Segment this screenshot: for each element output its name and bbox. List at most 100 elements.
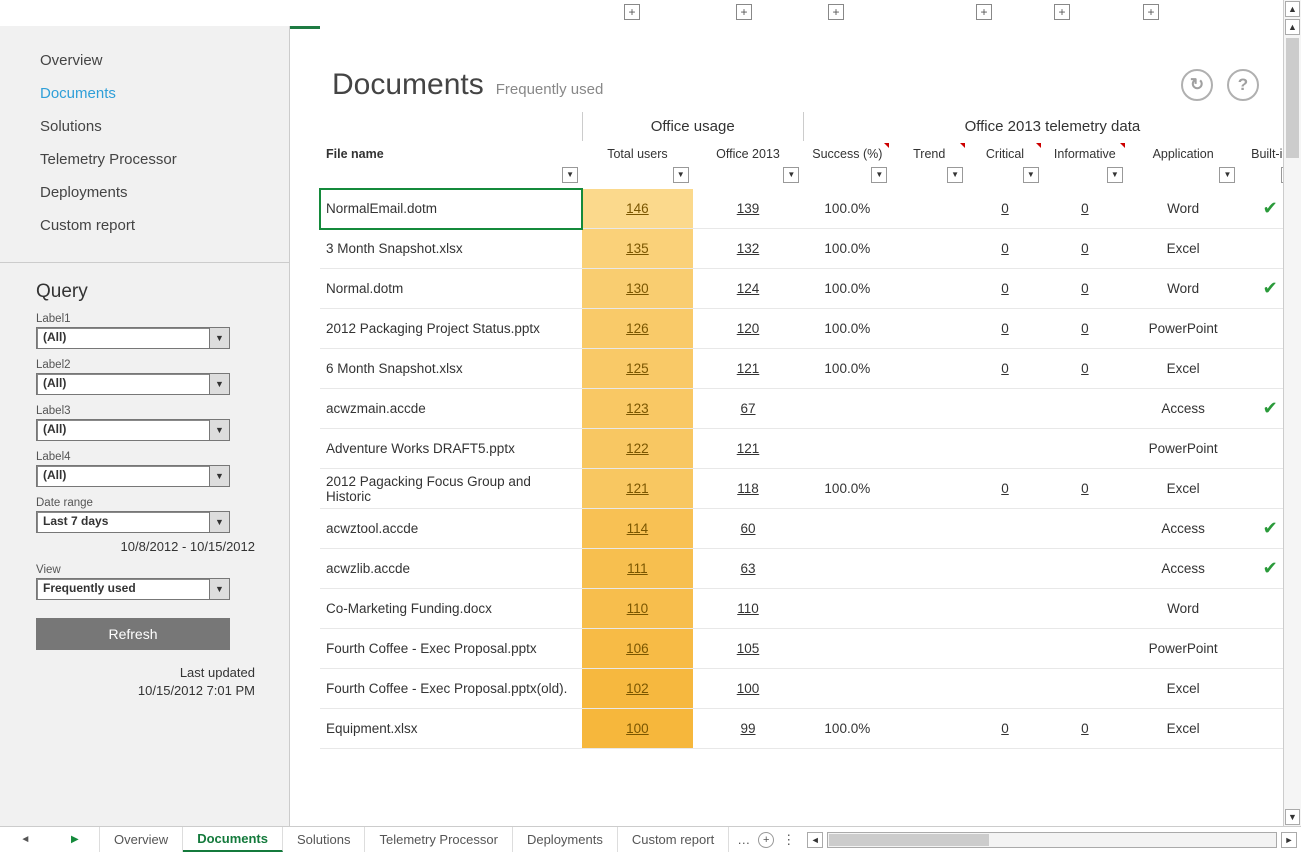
table-row[interactable]: acwzlib.accde11163Access✔ [320, 549, 1301, 589]
table-row[interactable]: Normal.dotm130124100.0%00Word✔ [320, 269, 1301, 309]
table-row[interactable]: 6 Month Snapshot.xlsx125121100.0%00Excel [320, 349, 1301, 389]
nav-item-documents[interactable]: Documents [0, 77, 289, 110]
scroll-thumb[interactable] [829, 834, 989, 846]
nav-item-custom-report[interactable]: Custom report [0, 209, 289, 242]
cell-success: 100.0% [803, 269, 891, 309]
expand-column-icon[interactable]: + [828, 4, 844, 20]
col-office-2013[interactable]: Office 2013 [693, 141, 804, 163]
cell-total-users: 146 [582, 189, 693, 229]
table-row[interactable]: 3 Month Snapshot.xlsx135132100.0%00Excel [320, 229, 1301, 269]
cell-application: Word [1127, 589, 1240, 629]
expand-column-icon[interactable]: + [976, 4, 992, 20]
col-trend[interactable]: Trend [891, 141, 967, 163]
table-row[interactable]: acwzmain.accde12367Access✔ [320, 389, 1301, 429]
chevron-down-icon[interactable]: ▼ [209, 328, 229, 348]
filter-success[interactable]: ▼ [871, 167, 887, 183]
cell-total-users: 114 [582, 509, 693, 549]
table-row[interactable]: 2012 Packaging Project Status.pptx126120… [320, 309, 1301, 349]
filter-total-users[interactable]: ▼ [673, 167, 689, 183]
table-row[interactable]: acwztool.accde11460Access✔ [320, 509, 1301, 549]
refresh-button[interactable]: Refresh [36, 618, 230, 650]
table-row[interactable]: NormalEmail.dotm146139100.0%00Word✔ [320, 189, 1301, 229]
vscroll-track[interactable] [1284, 36, 1301, 808]
cell-trend [891, 469, 967, 509]
cell-total-users: 122 [582, 429, 693, 469]
page-subtitle: Frequently used [496, 81, 604, 98]
col-total-users[interactable]: Total users [582, 141, 693, 163]
column-group-expand-row: + + + + + + [0, 0, 1301, 26]
cell-success [803, 429, 891, 469]
cell-critical [967, 389, 1043, 429]
table-row[interactable]: 2012 Pagacking Focus Group and Historic1… [320, 469, 1301, 509]
cell-office-2013: 100 [693, 669, 804, 709]
help-icon[interactable]: ? [1227, 69, 1259, 101]
query-select-3[interactable]: (All)▼ [36, 419, 230, 441]
nav-item-solutions[interactable]: Solutions [0, 110, 289, 143]
nav-item-deployments[interactable]: Deployments [0, 176, 289, 209]
cell-critical [967, 509, 1043, 549]
sheet-nav-next[interactable]: ▶ [71, 834, 79, 845]
cell-success: 100.0% [803, 469, 891, 509]
chevron-down-icon[interactable]: ▼ [209, 374, 229, 394]
filter-file-name[interactable]: ▼ [562, 167, 578, 183]
col-file-name[interactable]: File name [320, 141, 582, 163]
col-critical[interactable]: Critical [967, 141, 1043, 163]
filter-informative[interactable]: ▼ [1107, 167, 1123, 183]
cell-file-name: acwztool.accde [320, 509, 582, 549]
chevron-down-icon[interactable]: ▼ [209, 420, 229, 440]
date-range-display: 10/8/2012 - 10/15/2012 [36, 539, 261, 554]
sheet-tab-solutions[interactable]: Solutions [283, 827, 365, 852]
expand-column-icon[interactable]: + [736, 4, 752, 20]
sheet-tab-documents[interactable]: Documents [183, 827, 283, 852]
table-row[interactable]: Fourth Coffee - Exec Proposal.pptx(old).… [320, 669, 1301, 709]
scroll-left-button[interactable]: ◄ [807, 832, 823, 848]
documents-table: Office usage Office 2013 telemetry data … [290, 112, 1301, 826]
filter-application[interactable]: ▼ [1219, 167, 1235, 183]
query-select-2[interactable]: (All)▼ [36, 373, 230, 395]
new-sheet-button[interactable]: + [758, 832, 774, 848]
nav-item-telemetry-processor[interactable]: Telemetry Processor [0, 143, 289, 176]
query-select-4[interactable]: (All)▼ [36, 465, 230, 487]
cell-informative [1043, 509, 1127, 549]
table-row[interactable]: Adventure Works DRAFT5.pptx122121PowerPo… [320, 429, 1301, 469]
scroll-right-button[interactable]: ► [1281, 832, 1297, 848]
cell-file-name: 2012 Packaging Project Status.pptx [320, 309, 582, 349]
chevron-down-icon[interactable]: ▼ [209, 579, 229, 599]
cell-application: Word [1127, 269, 1240, 309]
chevron-down-icon[interactable]: ▼ [209, 512, 229, 532]
cell-informative [1043, 429, 1127, 469]
scroll-down-button[interactable]: ▼ [1285, 809, 1300, 825]
table-row[interactable]: Equipment.xlsx10099100.0%00Excel [320, 709, 1301, 749]
sheet-tab-deployments[interactable]: Deployments [513, 827, 618, 852]
refresh-icon[interactable]: ↻ [1181, 69, 1213, 101]
sheet-nav-first[interactable]: ◄ [20, 834, 30, 845]
cell-trend [891, 189, 967, 229]
filter-critical[interactable]: ▼ [1023, 167, 1039, 183]
col-success[interactable]: Success (%) [803, 141, 891, 163]
cell-office-2013: 105 [693, 629, 804, 669]
vscroll-thumb[interactable] [1286, 38, 1299, 158]
nav-item-overview[interactable]: Overview [0, 44, 289, 77]
filter-office-2013[interactable]: ▼ [783, 167, 799, 183]
sheet-tab-overview[interactable]: Overview [100, 827, 183, 852]
sheet-tab-custom-report[interactable]: Custom report [618, 827, 729, 852]
query-label-4: Label4 [36, 451, 261, 463]
col-informative[interactable]: Informative [1043, 141, 1127, 163]
sheet-tab-telemetry-processor[interactable]: Telemetry Processor [365, 827, 512, 852]
col-application[interactable]: Application [1127, 141, 1240, 163]
expand-column-icon[interactable]: + [1054, 4, 1070, 20]
scroll-up-button-2[interactable]: ▲ [1285, 19, 1300, 35]
date-range-select[interactable]: Last 7 days ▼ [36, 511, 230, 533]
table-row[interactable]: Co-Marketing Funding.docx110110Word [320, 589, 1301, 629]
cell-success [803, 629, 891, 669]
filter-trend[interactable]: ▼ [947, 167, 963, 183]
scroll-up-button[interactable]: ▲ [1285, 1, 1300, 17]
sheet-tabs-more[interactable]: … [737, 832, 750, 847]
expand-column-icon[interactable]: + [624, 4, 640, 20]
view-select[interactable]: Frequently used ▼ [36, 578, 230, 600]
scroll-track[interactable] [827, 832, 1277, 848]
chevron-down-icon[interactable]: ▼ [209, 466, 229, 486]
query-select-1[interactable]: (All)▼ [36, 327, 230, 349]
expand-column-icon[interactable]: + [1143, 4, 1159, 20]
table-row[interactable]: Fourth Coffee - Exec Proposal.pptx106105… [320, 629, 1301, 669]
